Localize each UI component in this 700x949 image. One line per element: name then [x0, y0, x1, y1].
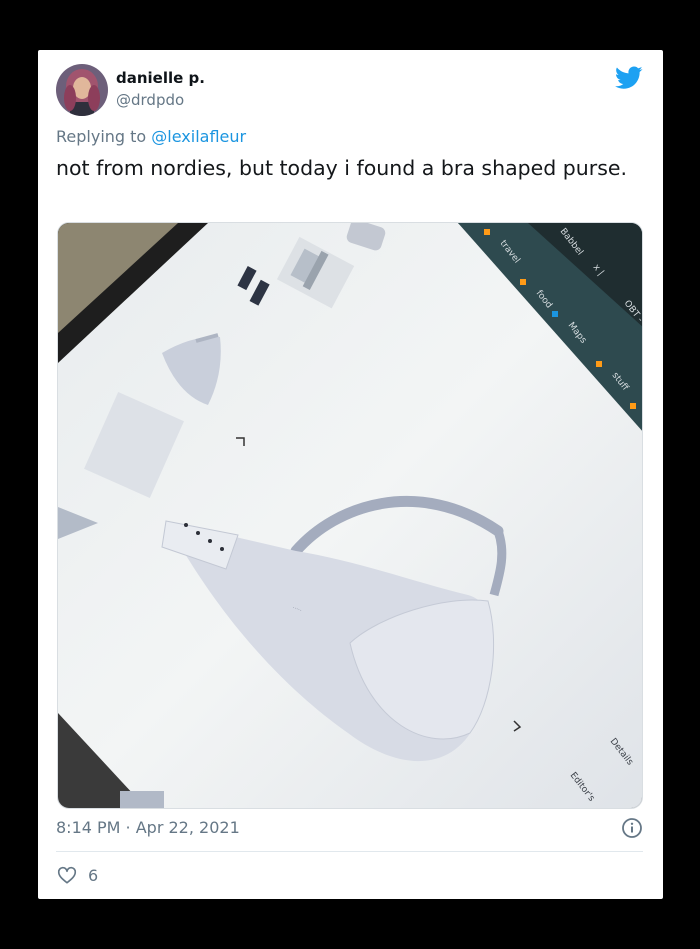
replying-to: Replying to @lexilafleur [56, 127, 246, 146]
divider [56, 851, 643, 852]
like-count: 6 [88, 865, 99, 885]
tweet-timestamp[interactable]: 8:14 PM · Apr 22, 2021 [56, 818, 240, 837]
tweet-media-photo[interactable]: Babbel x | OBT - travel food Maps stuff [57, 222, 643, 809]
heart-icon [57, 866, 77, 884]
author-name[interactable]: danielle p. [116, 69, 205, 87]
twitter-bird-icon[interactable] [615, 66, 643, 90]
reply-mention-link[interactable]: @lexilafleur [151, 127, 246, 146]
info-icon[interactable] [621, 817, 643, 839]
like-button[interactable]: 6 [56, 864, 98, 886]
tweet-card: danielle p. @drdpdo Replying to @lexilaf… [38, 50, 663, 899]
tweet-text: not from nordies, but today i found a br… [56, 156, 628, 180]
replying-prefix: Replying to [56, 127, 152, 146]
author-handle[interactable]: @drdpdo [116, 91, 184, 109]
avatar[interactable] [56, 64, 108, 116]
